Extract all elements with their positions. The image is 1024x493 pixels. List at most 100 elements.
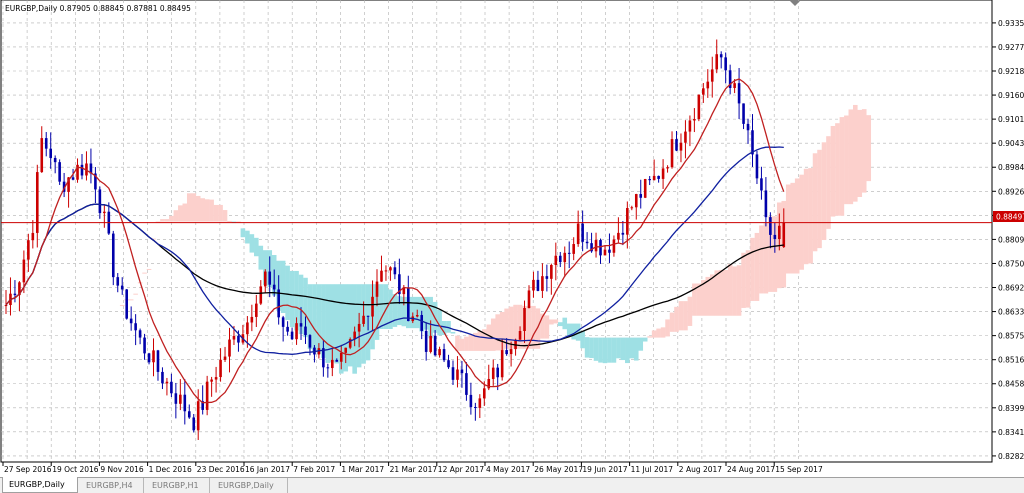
cloud-segment <box>169 215 174 222</box>
chart-tab[interactable]: EURGBP,Daily <box>212 478 288 493</box>
time-tick-label: 11 Jul 2017 <box>631 465 674 474</box>
price-chart[interactable]: 0.93355 0.92770 0.92185 0.91600 0.91015 0.904… <box>0 0 1024 477</box>
candle-body <box>541 276 544 291</box>
candle-body <box>40 138 44 173</box>
candle-body <box>621 232 625 235</box>
candle-body <box>13 293 17 296</box>
price-tick-label: 0.88090 <box>998 235 1024 244</box>
price-tick-label: 0.83410 <box>998 428 1024 437</box>
candle-body <box>710 69 714 82</box>
candle-body <box>210 379 213 382</box>
candle-body <box>299 323 303 327</box>
cloud-segment <box>785 184 791 274</box>
chart-tab-bar: EURGBP,Daily EURGBP,H4 EURGBP,H1 EURGBP,Dai… <box>0 477 1024 493</box>
candle-body <box>456 369 459 380</box>
cloud-segment <box>240 228 246 238</box>
candle-body <box>170 381 173 394</box>
cloud-segment <box>629 337 635 359</box>
candle-body <box>612 239 616 253</box>
candle-body <box>219 359 222 378</box>
price-tick-label: 0.89260 <box>998 187 1024 196</box>
candle-body <box>22 259 26 283</box>
cloud-segment <box>812 153 818 252</box>
cloud-segment <box>669 312 675 332</box>
candle-body <box>688 120 692 132</box>
candle-body <box>420 315 424 331</box>
candle-body <box>760 178 763 191</box>
cloud-segment <box>312 284 317 352</box>
cloud-segment <box>763 222 769 294</box>
cloud-segment <box>580 331 585 349</box>
candle-body <box>527 290 531 308</box>
cloud-segment <box>200 198 205 222</box>
candle-body <box>603 249 607 256</box>
candle-body <box>630 207 634 209</box>
candle-body <box>438 349 441 356</box>
cloud-segment <box>736 265 742 316</box>
candle-body <box>576 223 580 245</box>
current-price-tag: 0.88497 <box>993 211 1024 222</box>
chart-tab[interactable]: EURGBP,H4 <box>80 478 144 493</box>
time-tick-label: 19 Oct 2016 <box>52 465 99 474</box>
cloud-segment <box>598 337 603 363</box>
candle-body <box>53 157 57 163</box>
time-tick-label: 1 Dec 2016 <box>149 465 192 474</box>
price-tick-label: 0.92770 <box>998 43 1024 52</box>
price-tick-label: 0.82825 <box>998 452 1024 461</box>
cloud-segment <box>209 199 214 222</box>
cloud-segment <box>633 337 639 361</box>
chart-tab[interactable]: EURGBP,Daily <box>2 477 78 493</box>
time-tick-label: 24 Aug 2017 <box>727 465 775 474</box>
cloud-segment <box>182 203 188 222</box>
cloud-segment <box>325 284 331 363</box>
candle-body <box>442 349 446 361</box>
cloud-segment <box>741 252 746 308</box>
candle-body <box>661 168 665 179</box>
chart-tab[interactable]: EURGBP,H1 <box>146 478 210 493</box>
cloud-segment <box>490 318 496 351</box>
candle-body <box>415 315 419 317</box>
candle-body <box>339 352 343 362</box>
candle-body <box>214 377 218 380</box>
candle-body <box>156 350 160 372</box>
candle-body <box>474 406 477 408</box>
cloud-segment <box>611 337 617 363</box>
candle-body <box>326 367 330 369</box>
candle-body <box>138 330 142 338</box>
candle-body <box>773 234 777 240</box>
candle-body <box>263 271 267 287</box>
candle-body <box>223 356 227 360</box>
cloud-segment <box>660 327 666 338</box>
candle-body <box>205 381 209 410</box>
candle-body <box>496 367 499 378</box>
price-tick-label: 0.87505 <box>998 259 1024 268</box>
candle-body <box>366 315 370 317</box>
candle-body <box>550 264 553 279</box>
candle-body <box>617 232 620 240</box>
cloud-segment <box>584 337 590 358</box>
candle-body <box>460 369 464 374</box>
cloud-segment <box>245 230 250 244</box>
cloud-segment <box>566 323 572 336</box>
candle-body <box>715 54 719 70</box>
candle-body <box>599 240 602 256</box>
candle-body <box>371 296 374 317</box>
candle-body <box>572 244 575 254</box>
cloud-segment <box>249 234 255 253</box>
candle-body <box>724 57 727 71</box>
candle-body <box>192 417 196 431</box>
cloud-segment <box>835 123 840 216</box>
cloud-segment <box>844 115 849 205</box>
candle-body <box>626 207 629 235</box>
candle-body <box>563 252 567 263</box>
candle-body <box>389 267 392 271</box>
time-tick-label: 15 Sep 2017 <box>775 465 823 474</box>
cloud-segment <box>790 182 796 274</box>
candle-body <box>281 317 285 327</box>
price-tick-label: 0.92185 <box>998 67 1024 76</box>
candle-body <box>259 286 263 304</box>
candle-body <box>693 119 696 121</box>
cloud-segment <box>544 315 550 339</box>
candle-body <box>111 233 115 278</box>
candle-body <box>554 255 558 265</box>
